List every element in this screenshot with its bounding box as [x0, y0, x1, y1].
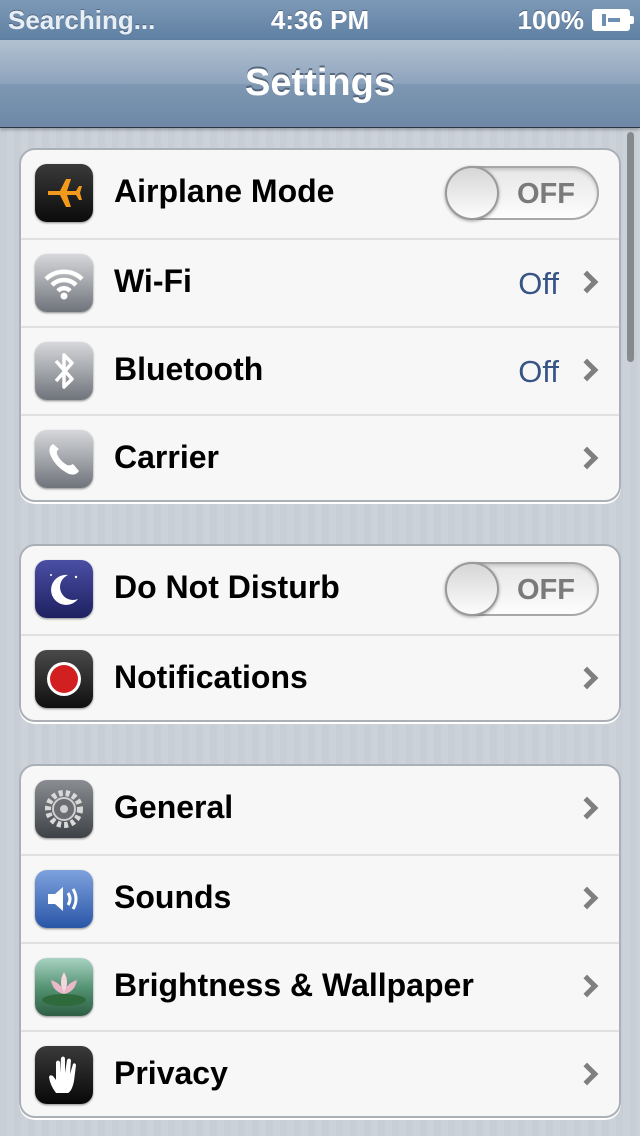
toggle-knob — [445, 166, 499, 220]
settings-group-notifications: Do Not Disturb OFF Notifications — [19, 544, 621, 722]
speaker-icon — [35, 870, 93, 928]
settings-row-sounds[interactable]: Sounds — [21, 854, 619, 942]
battery-percentage: 100% — [517, 5, 585, 35]
chevron-right-icon — [575, 796, 599, 820]
settings-row-bluetooth[interactable]: Bluetooth Off — [21, 326, 619, 414]
settings-row-privacy[interactable]: Privacy — [21, 1030, 619, 1116]
row-value: Off — [518, 266, 559, 301]
chevron-right-icon — [575, 446, 599, 470]
page-title: Settings — [245, 62, 395, 104]
toggle-knob — [445, 562, 499, 616]
settings-row-do-not-disturb[interactable]: Do Not Disturb OFF — [21, 546, 619, 634]
row-value: Off — [518, 354, 559, 389]
hand-icon — [35, 1046, 93, 1104]
row-label: Wi-Fi — [114, 263, 192, 299]
chevron-right-icon — [575, 1062, 599, 1086]
settings-row-general[interactable]: General — [21, 766, 619, 854]
toggle-state-text: OFF — [517, 178, 575, 210]
settings-row-wifi[interactable]: Wi-Fi Off — [21, 238, 619, 326]
notifications-icon — [35, 650, 93, 708]
row-label: Sounds — [114, 879, 232, 915]
row-label: Brightness & Wallpaper — [114, 967, 474, 1003]
phone-icon — [35, 430, 93, 488]
settings-row-notifications[interactable]: Notifications — [21, 634, 619, 720]
settings-row-carrier[interactable]: Carrier — [21, 414, 619, 500]
row-label: General — [114, 789, 234, 825]
chevron-right-icon — [575, 270, 599, 294]
settings-row-airplane-mode[interactable]: Airplane Mode OFF — [21, 150, 619, 238]
battery-charging-icon — [592, 9, 634, 31]
chevron-right-icon — [575, 358, 599, 382]
settings-group-device: General Sounds Brightness & Wallpaper Pr… — [19, 764, 621, 1118]
status-bar: Searching... 4:36 PM 100% — [0, 0, 640, 40]
scrollbar[interactable] — [627, 132, 634, 362]
row-label: Privacy — [114, 1055, 228, 1091]
toggle-state-text: OFF — [517, 574, 575, 606]
do-not-disturb-toggle[interactable]: OFF — [445, 562, 599, 616]
chevron-right-icon — [575, 886, 599, 910]
settings-row-brightness-wallpaper[interactable]: Brightness & Wallpaper — [21, 942, 619, 1030]
wifi-icon — [35, 254, 93, 312]
chevron-right-icon — [575, 974, 599, 998]
moon-icon — [35, 560, 93, 618]
airplane-icon — [35, 164, 93, 222]
bluetooth-icon — [35, 342, 93, 400]
row-label: Bluetooth — [114, 351, 264, 387]
chevron-right-icon — [575, 666, 599, 690]
settings-group-connectivity: Airplane Mode OFF Wi-Fi Off Bluetooth Of… — [19, 148, 621, 502]
navigation-bar: Settings — [0, 40, 640, 128]
row-label: Do Not Disturb — [114, 569, 340, 605]
airplane-mode-toggle[interactable]: OFF — [445, 166, 599, 220]
row-label: Notifications — [114, 659, 308, 695]
lotus-flower-icon — [35, 958, 93, 1016]
row-label: Carrier — [114, 439, 219, 475]
gear-icon — [35, 780, 93, 838]
row-label: Airplane Mode — [114, 173, 335, 209]
